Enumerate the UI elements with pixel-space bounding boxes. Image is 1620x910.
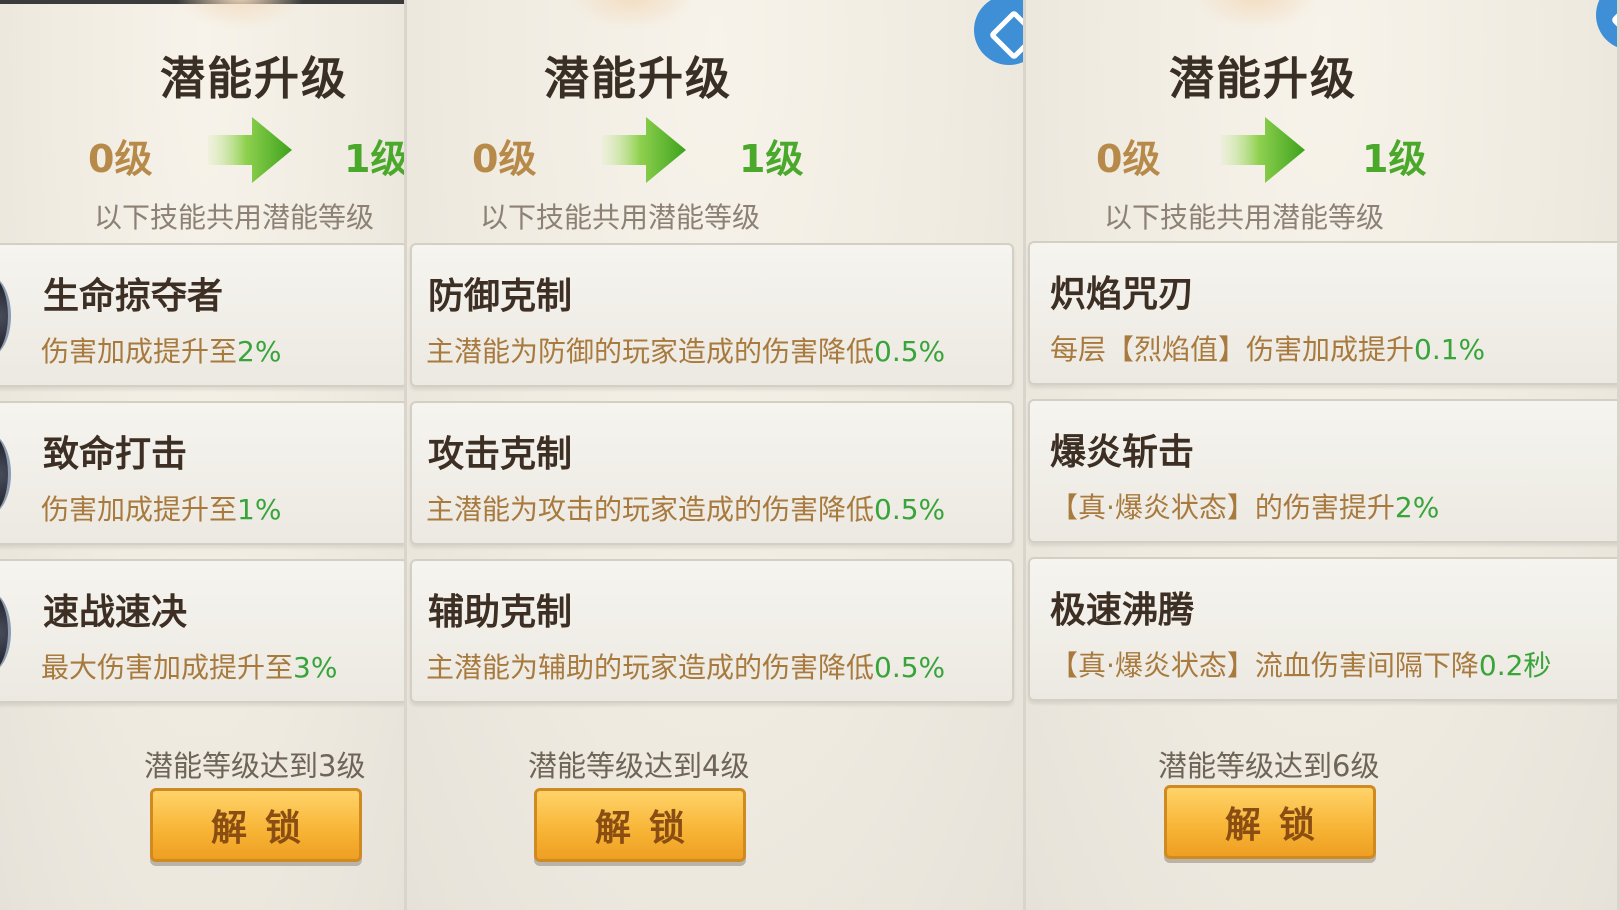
skill-card: 速战速决 最大伤害加成提升至3% (0, 559, 407, 703)
header-glow (175, 0, 305, 30)
skill-card: 极速沸腾 【真·爆炎状态】流血伤害间隔下降0.2秒 (1028, 557, 1620, 701)
unlock-requirement: 潜能等级达到3级 (144, 749, 366, 783)
skill-name: 炽焰咒刃 (1050, 274, 1195, 315)
arrow-right-icon (1221, 117, 1305, 183)
skill-value: 0.5% (874, 493, 946, 526)
skill-value: 0.5% (874, 651, 946, 684)
skill-description: 主潜能为辅助的玩家造成的伤害降低0.5% (426, 651, 946, 684)
arrow-right-icon (602, 117, 686, 183)
skill-description: 主潜能为防御的玩家造成的伤害降低0.5% (426, 335, 946, 368)
skill-name: 防御克制 (428, 276, 573, 317)
potential-panel-2: 潜能升级 0级 1级 以下技能共用潜能等级 防御克制 主潜能为防御的玩家造成的伤… (407, 0, 1026, 910)
header-glow (1191, 0, 1321, 30)
header-glow (567, 0, 697, 30)
skill-icon (0, 433, 11, 515)
skill-name: 生命掠夺者 (43, 276, 224, 317)
current-level: 0级 (472, 137, 537, 181)
potential-panel-1: 潜能升级 0级 1级 以下技能共用潜能等级 生命掠夺者 伤害加成提升至2% 致命… (0, 0, 407, 910)
unlock-button[interactable]: 解锁 (534, 788, 746, 862)
skill-card: 炽焰咒刃 每层【烈焰值】伤害加成提升0.1% (1028, 241, 1620, 385)
skill-icon (0, 591, 11, 673)
skill-value: 0.1% (1414, 333, 1486, 366)
skill-card: 致命打击 伤害加成提升至1% (0, 401, 407, 545)
skill-card: 攻击克制 主潜能为攻击的玩家造成的伤害降低0.5% (410, 401, 1014, 545)
skill-icon (0, 275, 11, 357)
skill-card: 生命掠夺者 伤害加成提升至2% (0, 243, 407, 387)
unlock-button[interactable]: 解锁 (1164, 785, 1376, 859)
skill-description: 每层【烈焰值】伤害加成提升0.1% (1050, 333, 1486, 366)
shared-level-note: 以下技能共用潜能等级 (480, 201, 761, 234)
skill-value: 0.2秒 (1478, 649, 1552, 682)
arrow-right-icon (208, 117, 292, 183)
skill-name: 爆炎斩击 (1050, 432, 1195, 473)
panel-title: 潜能升级 (1169, 52, 1358, 105)
skill-value: 2% (237, 335, 282, 368)
next-level: 1级 (1362, 137, 1427, 181)
skill-name: 攻击克制 (428, 434, 573, 475)
skill-card: 防御克制 主潜能为防御的玩家造成的伤害降低0.5% (410, 243, 1014, 387)
skill-card: 爆炎斩击 【真·爆炎状态】的伤害提升2% (1028, 399, 1620, 543)
skill-description: 【真·爆炎状态】的伤害提升2% (1050, 491, 1440, 524)
unlock-button[interactable]: 解锁 (150, 788, 362, 862)
next-level: 1级 (344, 137, 407, 181)
skill-name: 致命打击 (43, 434, 188, 475)
skill-description: 主潜能为攻击的玩家造成的伤害降低0.5% (426, 493, 946, 526)
shared-level-note: 以下技能共用潜能等级 (94, 201, 375, 234)
current-level: 0级 (88, 137, 153, 181)
skill-description: 【真·爆炎状态】流血伤害间隔下降0.2秒 (1050, 649, 1552, 682)
skill-value: 0.5% (874, 335, 946, 368)
current-level: 0级 (1096, 137, 1161, 181)
next-level: 1级 (739, 137, 804, 181)
unlock-requirement: 潜能等级达到6级 (1158, 749, 1380, 783)
skill-description: 最大伤害加成提升至3% (41, 651, 338, 684)
skill-value: 3% (293, 651, 338, 684)
skill-name: 速战速决 (43, 592, 188, 633)
skill-description: 伤害加成提升至1% (41, 493, 282, 526)
skill-card: 辅助克制 主潜能为辅助的玩家造成的伤害降低0.5% (410, 559, 1014, 703)
close-icon[interactable] (974, 0, 1026, 65)
panel-title: 潜能升级 (160, 52, 349, 105)
unlock-requirement: 潜能等级达到4级 (528, 749, 750, 783)
skill-name: 极速沸腾 (1050, 590, 1195, 631)
potential-panel-3: 潜能升级 0级 1级 以下技能共用潜能等级 炽焰咒刃 每层【烈焰值】伤害加成提升… (1026, 0, 1620, 910)
close-icon[interactable] (1596, 0, 1620, 50)
skill-description: 伤害加成提升至2% (41, 335, 282, 368)
panel-title: 潜能升级 (544, 52, 733, 105)
skill-name: 辅助克制 (428, 592, 573, 633)
skill-value: 2% (1394, 491, 1440, 524)
shared-level-note: 以下技能共用潜能等级 (1104, 201, 1385, 234)
skill-value: 1% (237, 493, 282, 526)
